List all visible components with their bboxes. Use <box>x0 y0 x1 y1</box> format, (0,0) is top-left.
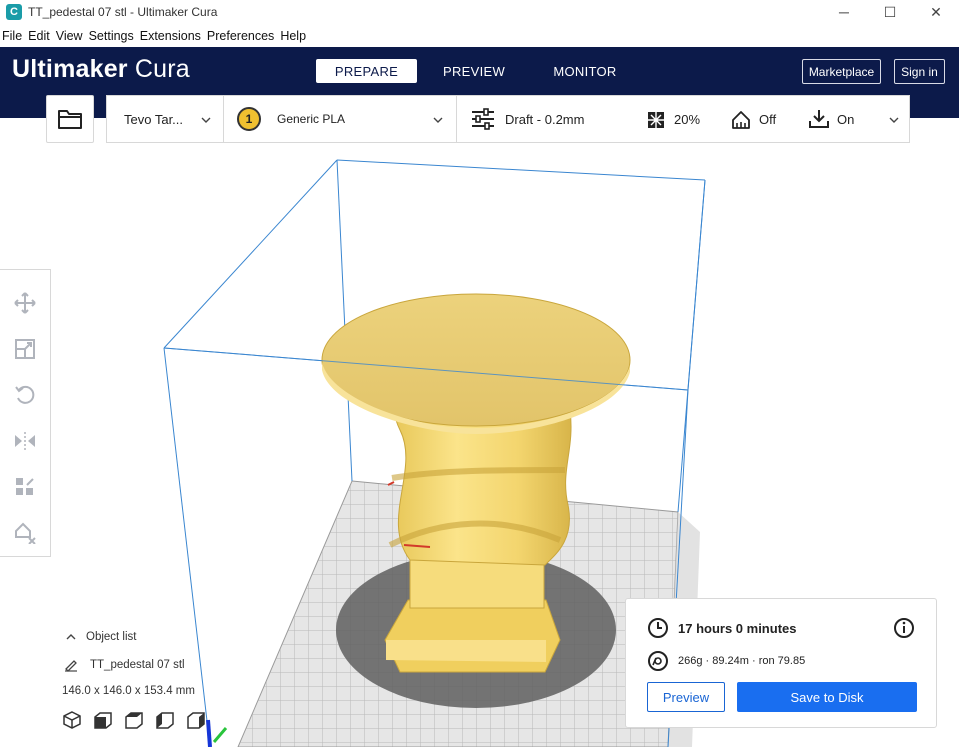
rotate-tool[interactable] <box>7 372 43 418</box>
object-list-header: Object list <box>86 631 137 643</box>
transform-tools-panel <box>0 269 51 557</box>
mirror-tool[interactable] <box>7 418 43 464</box>
menu-edit[interactable]: Edit <box>26 29 54 43</box>
scale-tool[interactable] <box>7 326 43 372</box>
extruder-badge: 1 <box>237 107 261 131</box>
minimize-button[interactable]: ─ <box>821 0 867 24</box>
menu-preferences[interactable]: Preferences <box>205 29 278 43</box>
marketplace-button[interactable]: Marketplace <box>802 59 881 84</box>
stage-tabs: PREPARE PREVIEW MONITOR <box>316 59 639 83</box>
tab-monitor[interactable]: MONITOR <box>531 59 639 83</box>
printer-selector[interactable]: Tevo Tar... <box>107 96 223 142</box>
print-time-row: 17 hours 0 minutes <box>647 617 796 639</box>
window-title: TT_pedestal 07 stl - Ultimaker Cura <box>28 5 218 19</box>
print-info-panel: 17 hours 0 minutes 266g · 89.24m · ron 7… <box>625 598 937 728</box>
close-button[interactable]: ✕ <box>913 0 959 24</box>
open-file-button[interactable] <box>46 95 94 143</box>
support-blocker-tool[interactable] <box>7 510 43 556</box>
pencil-icon <box>65 660 77 672</box>
logo-light-text: Cura <box>134 55 190 83</box>
object-dimensions: 146.0 x 146.0 x 153.4 mm <box>62 685 195 697</box>
profile-name: Draft - 0.2mm <box>505 111 585 127</box>
folder-icon <box>58 110 82 129</box>
menu-extensions[interactable]: Extensions <box>138 29 205 43</box>
per-model-settings-tool[interactable] <box>7 464 43 510</box>
adhesion-value: On <box>837 112 855 127</box>
mirror-icon <box>15 432 35 450</box>
logo-bold-text: Ultimaker <box>12 55 128 83</box>
material-usage-row: 266g · 89.24m · ron 79.85 <box>647 650 805 672</box>
tab-prepare[interactable]: PREPARE <box>316 59 417 83</box>
infill-value: 20% <box>674 112 701 127</box>
maximize-button[interactable]: ☐ <box>867 0 913 24</box>
print-setup-toolbar: Tevo Tar... 1 Generic PLA Draft - 0.2mm … <box>106 95 910 143</box>
save-to-disk-button[interactable]: Save to Disk <box>737 682 917 712</box>
spool-icon <box>648 651 668 671</box>
menu-file[interactable]: File <box>0 29 26 43</box>
rotate-icon <box>15 385 35 404</box>
material-usage: 266g · 89.24m · ron 79.85 <box>678 655 806 667</box>
view-left-button[interactable] <box>155 709 175 731</box>
scale-icon <box>15 339 35 359</box>
menu-help[interactable]: Help <box>278 29 310 43</box>
view-right-button[interactable] <box>186 709 206 731</box>
cube-right-icon <box>187 712 205 729</box>
support-icon <box>732 111 750 129</box>
move-tool[interactable] <box>7 280 43 326</box>
print-time: 17 hours 0 minutes <box>678 620 797 636</box>
cube-3d-icon <box>63 711 81 729</box>
chevron-up-icon <box>66 634 76 640</box>
view-3d-button[interactable] <box>62 709 82 731</box>
printer-name: Tevo Tar... <box>124 111 184 127</box>
menu-settings[interactable]: Settings <box>87 29 138 43</box>
support-value: Off <box>759 112 777 127</box>
adhesion-icon <box>809 110 829 128</box>
cura-app-icon: C <box>6 4 22 20</box>
object-name: TT_pedestal 07 stl <box>90 659 185 671</box>
window-controls: ─ ☐ ✕ <box>821 0 959 24</box>
chevron-down-icon <box>433 117 443 123</box>
view-orientation-buttons <box>62 709 206 731</box>
view-top-button[interactable] <box>124 709 144 731</box>
print-settings-selector[interactable]: Draft - 0.2mm 20% Off On <box>457 96 909 142</box>
settings-sliders-icon <box>472 108 494 130</box>
view-front-button[interactable] <box>93 709 113 731</box>
tab-preview[interactable]: PREVIEW <box>417 59 531 83</box>
object-list-toggle[interactable]: Object list <box>60 624 220 650</box>
cube-top-icon <box>125 712 143 729</box>
menu-bar: File Edit View Settings Extensions Prefe… <box>0 26 310 46</box>
infill-icon <box>648 112 664 128</box>
support-blocker-icon <box>15 522 36 544</box>
title-bar: C TT_pedestal 07 stl - Ultimaker Cura ─ … <box>0 0 959 24</box>
ultimaker-cura-logo: Ultimaker Cura <box>12 55 190 84</box>
object-list-panel: Object list TT_pedestal 07 stl 146.0 x 1… <box>60 624 220 704</box>
chevron-down-icon <box>201 117 211 123</box>
sign-in-button[interactable]: Sign in <box>894 59 945 84</box>
chevron-down-icon[interactable] <box>889 117 899 123</box>
clock-icon <box>648 618 668 638</box>
preview-button[interactable]: Preview <box>647 682 725 712</box>
cube-front-icon <box>94 712 112 729</box>
material-selector[interactable]: 1 Generic PLA <box>224 96 456 142</box>
info-icon[interactable] <box>893 617 915 639</box>
cube-left-icon <box>156 712 174 729</box>
object-name-row[interactable]: TT_pedestal 07 stl <box>60 652 220 678</box>
per-model-settings-icon <box>16 478 34 495</box>
menu-view[interactable]: View <box>54 29 87 43</box>
material-name: Generic PLA <box>277 112 346 126</box>
move-icon <box>14 292 36 314</box>
